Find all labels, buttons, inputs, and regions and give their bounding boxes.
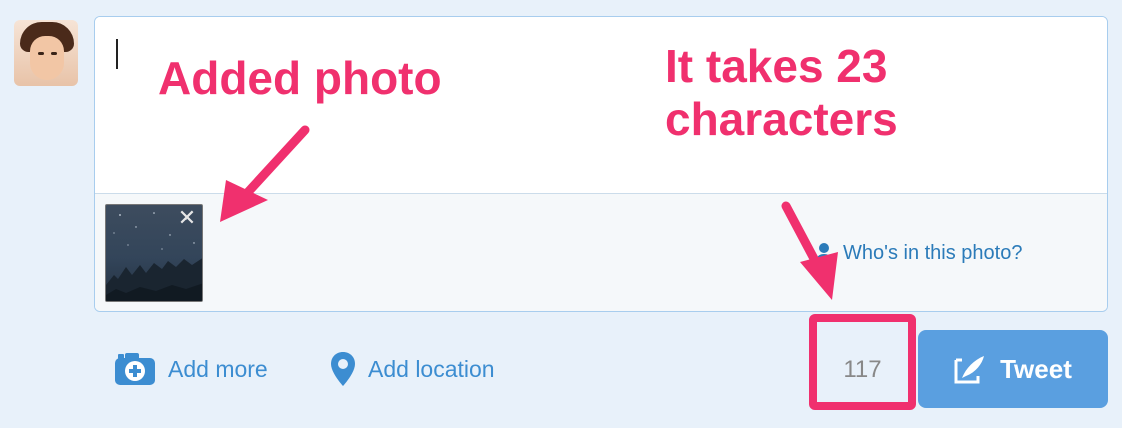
add-more-button[interactable]: Add more bbox=[114, 349, 268, 389]
add-location-button[interactable]: Add location bbox=[330, 349, 495, 389]
character-counter-highlight: 117 bbox=[809, 314, 916, 410]
person-icon bbox=[816, 243, 832, 263]
character-counter: 117 bbox=[843, 356, 882, 383]
media-tray: ✕ Who's in this photo? bbox=[95, 193, 1107, 311]
annotation-characters: It takes 23 characters bbox=[665, 40, 1025, 146]
text-caret bbox=[116, 39, 118, 69]
annotation-line-1: It takes 23 bbox=[665, 40, 888, 92]
tweet-button-label: Tweet bbox=[1000, 353, 1072, 384]
add-location-label: Add location bbox=[368, 355, 495, 382]
close-icon[interactable]: ✕ bbox=[176, 207, 198, 229]
annotation-added-photo: Added photo bbox=[158, 52, 442, 104]
compose-quill-icon bbox=[954, 356, 985, 384]
add-more-label: Add more bbox=[168, 355, 268, 382]
location-pin-icon bbox=[331, 352, 355, 386]
photo-thumbnail[interactable]: ✕ bbox=[105, 204, 203, 302]
tweet-button[interactable]: Tweet bbox=[918, 330, 1108, 408]
tag-people-link[interactable]: Who's in this photo? bbox=[815, 240, 1022, 266]
tag-people-label: Who's in this photo? bbox=[843, 241, 1023, 264]
annotation-line-2: characters bbox=[665, 92, 898, 145]
camera-plus-icon bbox=[115, 353, 155, 385]
user-avatar[interactable] bbox=[14, 20, 78, 86]
